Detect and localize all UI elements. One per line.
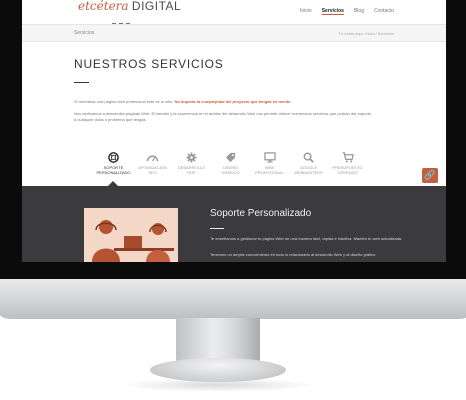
tab-label-line2: PHP bbox=[187, 170, 196, 175]
monitor-icon bbox=[263, 152, 276, 163]
logo-script-text: etcétera bbox=[78, 0, 129, 13]
service-title-divider bbox=[210, 228, 224, 229]
tab-soporte-personalizado[interactable]: SOPORTE PERSONALIZADO bbox=[94, 152, 133, 175]
site-header: etcétera DIGITAL Inicio Servicios Blog C… bbox=[22, 0, 446, 27]
tag-icon bbox=[225, 152, 236, 163]
tab-label-line2: PERSONALIZADO bbox=[96, 170, 131, 175]
logo-word-text: DIGITAL bbox=[131, 0, 182, 13]
service-detail-panel: Soporte Personalizado Te enseñamos a ges… bbox=[22, 186, 446, 262]
intro-text: Si necesitas una página web profesional … bbox=[74, 99, 175, 104]
tab-optimizacion-seo[interactable]: OPTIMIZACIÓN SEO bbox=[133, 152, 172, 175]
service-tabs: SOPORTE PERSONALIZADO OPTIMIZACIÓN SEO D… bbox=[94, 152, 367, 175]
service-description: Te enseñamos a gestionar tu página Web d… bbox=[210, 236, 403, 241]
tab-label-line2: CERRADO bbox=[337, 170, 358, 175]
intro-highlight: No importa la complejidad del proyecto q… bbox=[174, 99, 292, 104]
website-screen: etcétera DIGITAL Inicio Servicios Blog C… bbox=[22, 0, 446, 262]
link-icon: 🔗 bbox=[424, 170, 436, 180]
cart-icon bbox=[342, 152, 354, 163]
main-nav: Inicio Servicios Blog Contacto bbox=[300, 8, 394, 15]
tab-label-line2: WEBMASTERS bbox=[294, 170, 323, 175]
nav-item-blog[interactable]: Blog bbox=[354, 8, 364, 15]
nav-item-contacto[interactable]: Contacto bbox=[374, 8, 394, 15]
support-illustration bbox=[84, 208, 178, 262]
tab-desarrollo-php[interactable]: DESARROLLO PHP bbox=[172, 152, 211, 175]
monitor-chin bbox=[0, 279, 466, 319]
intro-paragraph: Si necesitas una página web profesional … bbox=[74, 99, 374, 105]
tab-diseno-grafico[interactable]: DISEÑO GRÁFICO bbox=[211, 152, 250, 175]
side-link-button[interactable]: 🔗 bbox=[422, 168, 438, 183]
intro-paragraph-2: Nos dedicamos a desarrollar páginas Web.… bbox=[74, 111, 372, 122]
heading-divider bbox=[74, 82, 89, 83]
support-team-illustration bbox=[84, 208, 178, 262]
monitor-stand-base bbox=[150, 358, 286, 382]
tab-label-line2: PROFESIONAL bbox=[255, 170, 284, 175]
lifebuoy-icon bbox=[108, 152, 119, 163]
breadcrumb[interactable]: Tú estás aquí: Inicio / Servicios bbox=[339, 31, 394, 36]
service-description-2: Tenemos un amplio conocimiento en todo l… bbox=[210, 252, 377, 257]
page-title: NUESTROS SERVICIOS bbox=[74, 57, 224, 71]
site-logo[interactable]: etcétera DIGITAL bbox=[78, 0, 181, 13]
tab-label-line2: SEO bbox=[148, 170, 157, 175]
nav-item-servicios[interactable]: Servicios bbox=[321, 8, 344, 15]
speedometer-icon bbox=[146, 155, 159, 162]
nav-item-inicio[interactable]: Inicio bbox=[300, 8, 312, 15]
tab-web-profesional[interactable]: WEB PROFESIONAL bbox=[250, 152, 289, 175]
tab-label-line2: GRÁFICO bbox=[221, 170, 240, 175]
tab-google-webmasters[interactable]: GOOGLE WEBMASTERS bbox=[289, 152, 328, 175]
breadcrumb-title: Servicios bbox=[74, 30, 95, 36]
breadcrumb-bar: Servicios Tú estás aquí: Inicio / Servic… bbox=[22, 24, 446, 42]
gear-icon bbox=[186, 152, 197, 163]
service-title: Soporte Personalizado bbox=[210, 208, 312, 219]
tab-presupuesto-cerrado[interactable]: PRESUPUESTO CERRADO bbox=[328, 152, 367, 175]
search-icon bbox=[303, 152, 314, 163]
